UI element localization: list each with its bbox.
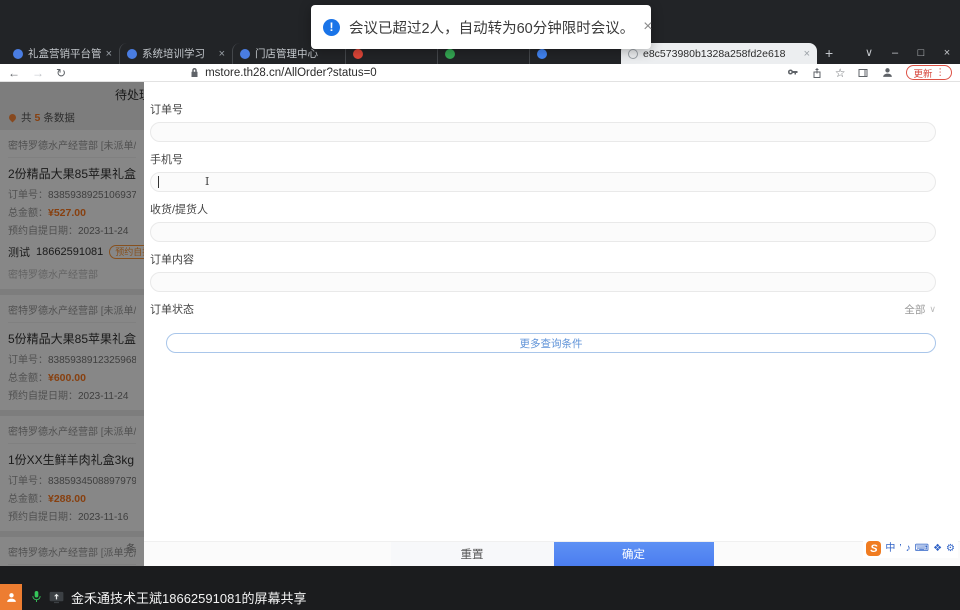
bookmark-star-icon[interactable]: ☆ bbox=[835, 64, 846, 82]
tab-favicon-icon bbox=[445, 48, 455, 59]
lock-icon bbox=[190, 67, 199, 78]
ime-toolbox-icon[interactable]: ❖ bbox=[933, 541, 942, 556]
ime-mic-icon[interactable]: ♪ bbox=[906, 541, 911, 556]
text-caret bbox=[158, 176, 159, 188]
drawer-footer: 重置 确定 bbox=[144, 541, 960, 566]
reset-button[interactable]: 重置 bbox=[390, 542, 554, 566]
field-label: 订单状态 bbox=[150, 304, 194, 316]
update-button[interactable]: 更新 ⋮ bbox=[906, 65, 952, 80]
tab-favicon-icon bbox=[127, 48, 137, 59]
screen-share-indicator[interactable]: 金禾通技术王斌18662591081的屏幕共享 bbox=[0, 584, 307, 610]
maximize-icon[interactable]: □ bbox=[908, 42, 934, 64]
field-label: 订单内容 bbox=[150, 254, 194, 266]
tab-favicon-icon bbox=[628, 48, 638, 59]
window-controls: ∨ – □ × bbox=[856, 42, 960, 64]
browser-toolbar: ← → ↻ mstore.th28.cn/AllOrder?status=0 ☆… bbox=[0, 64, 960, 82]
close-window-icon[interactable]: × bbox=[934, 42, 960, 64]
ime-punct-icon[interactable]: ’ bbox=[899, 541, 901, 556]
field-label: 手机号 bbox=[150, 154, 183, 166]
meeting-toast: ! 会议已超过2人，自动转为60分钟限时会议。 × bbox=[311, 5, 653, 49]
minimize-icon[interactable]: – bbox=[882, 42, 908, 64]
ime-settings-icon[interactable]: ⚙ bbox=[946, 541, 955, 556]
chevron-down-icon: ∨ bbox=[929, 303, 936, 314]
ime-mode-icon[interactable]: 中 bbox=[885, 541, 895, 556]
tab-close-icon[interactable]: × bbox=[106, 48, 112, 60]
share-text: 金禾通技术王斌18662591081的屏幕共享 bbox=[71, 590, 307, 606]
field-select-row[interactable]: 订单状态 全部 ∨ bbox=[150, 301, 936, 317]
info-icon: ! bbox=[323, 18, 340, 36]
tab-search-chevron-icon[interactable]: ∨ bbox=[856, 42, 882, 64]
tab-favicon-icon bbox=[537, 48, 547, 59]
tab-favicon-icon bbox=[13, 48, 23, 59]
share-icon[interactable] bbox=[811, 67, 823, 79]
tab-close-icon[interactable]: × bbox=[219, 48, 225, 60]
presenter-avatar-icon bbox=[0, 584, 22, 610]
query-drawer: 订单号手机号 I 收货/提货人 订单内容订单状态 全部 ∨ 更多查询条件 重置 确定 bbox=[144, 82, 960, 566]
more-conditions-button[interactable]: 更多查询条件 bbox=[166, 333, 936, 353]
ime-icons: 中 ’ ♪ ⌨ ❖ ⚙ bbox=[885, 541, 955, 556]
confirm-button[interactable]: 确定 bbox=[553, 542, 714, 566]
reload-icon[interactable]: ↻ bbox=[56, 64, 66, 82]
browser-tab[interactable]: 系统培训学习 × bbox=[119, 43, 232, 64]
query-form: 订单号手机号 I 收货/提货人 订单内容订单状态 全部 ∨ bbox=[144, 82, 960, 317]
field-label: 订单号 bbox=[150, 104, 183, 116]
forward-icon[interactable]: → bbox=[32, 64, 44, 82]
field-input[interactable]: I bbox=[150, 172, 936, 192]
update-label: 更新 bbox=[913, 68, 933, 80]
tab-title: e8c573980b1328a258fd2e618 bbox=[643, 47, 786, 60]
ibeam-cursor: I bbox=[205, 175, 210, 188]
field-label: 收货/提货人 bbox=[150, 204, 209, 216]
sogou-logo[interactable]: S bbox=[866, 541, 882, 556]
tab-close-icon[interactable]: × bbox=[804, 48, 810, 60]
tab-favicon-icon bbox=[240, 48, 250, 59]
taskbar: 金禾通技术王斌18662591081的屏幕共享 bbox=[0, 566, 960, 610]
screen: 礼盒营销平台管理中心×系统培训学习×门店管理中心e8c573980b1328a2… bbox=[0, 0, 960, 610]
new-tab-button[interactable]: + bbox=[825, 45, 833, 61]
tab-title: 系统培训学习 bbox=[142, 48, 205, 60]
menu-dots-icon[interactable]: ⋮ bbox=[936, 67, 946, 78]
select-value[interactable]: 全部 ∨ bbox=[904, 302, 936, 317]
url-text[interactable]: mstore.th28.cn/AllOrder?status=0 bbox=[205, 67, 377, 79]
ime-keyboard-icon[interactable]: ⌨ bbox=[915, 541, 929, 556]
password-key-icon[interactable] bbox=[787, 67, 799, 79]
microphone-icon bbox=[31, 590, 42, 604]
field-input[interactable] bbox=[150, 222, 936, 242]
field-input[interactable] bbox=[150, 122, 936, 142]
screenshare-icon bbox=[49, 591, 64, 604]
profile-avatar-icon[interactable] bbox=[881, 66, 894, 79]
field-input[interactable] bbox=[150, 272, 936, 292]
tab-title: 礼盒营销平台管理中心 bbox=[28, 48, 101, 60]
toast-text: 会议已超过2人，自动转为60分钟限时会议。 bbox=[349, 20, 635, 37]
sogou-ime-bar: S 中 ’ ♪ ⌨ ❖ ⚙ bbox=[863, 539, 958, 558]
back-icon[interactable]: ← bbox=[8, 64, 20, 82]
browser-tab[interactable]: 礼盒营销平台管理中心 × bbox=[6, 43, 119, 64]
side-panel-icon[interactable] bbox=[857, 67, 869, 79]
tab-favicon-icon bbox=[353, 48, 363, 59]
modal-backdrop[interactable] bbox=[0, 82, 144, 566]
toast-close-icon[interactable]: × bbox=[643, 18, 652, 36]
